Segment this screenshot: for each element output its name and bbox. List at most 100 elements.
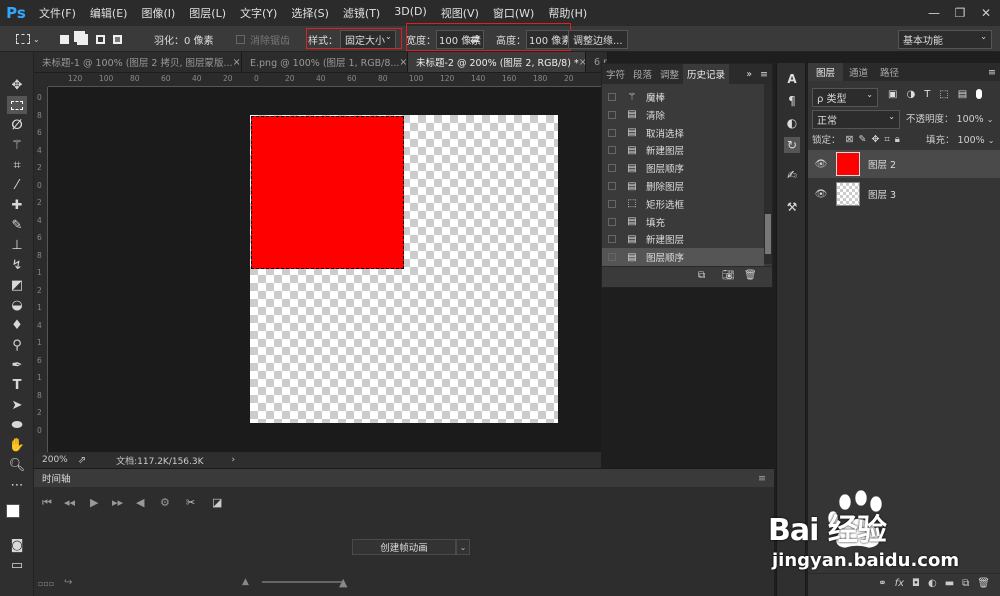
- zoom-in-mountain-icon[interactable]: ▲: [339, 576, 347, 589]
- history-brush-source-checkbox[interactable]: [608, 182, 616, 190]
- menu-item-3[interactable]: 图层(L): [182, 5, 233, 21]
- more-tools-icon[interactable]: ⋯: [7, 476, 27, 494]
- convert-icon[interactable]: ↪: [64, 577, 72, 588]
- antialias-checkbox[interactable]: [236, 34, 245, 44]
- type-filter-icon[interactable]: T: [924, 89, 930, 100]
- workspace-select[interactable]: 基本功能 ⌄: [898, 29, 992, 49]
- move-tool-icon[interactable]: ✥: [7, 76, 27, 94]
- lock-position-icon[interactable]: ✥: [871, 134, 879, 145]
- filter-toggle-icon[interactable]: [976, 89, 983, 99]
- subtract-selection-icon[interactable]: [96, 34, 105, 44]
- audio-icon[interactable]: ◀: [136, 496, 144, 509]
- pen-tool-icon[interactable]: ✒: [7, 356, 27, 374]
- history-brush-source-checkbox[interactable]: [608, 253, 616, 262]
- new-selection-icon[interactable]: [60, 34, 69, 44]
- close-icon[interactable]: ×: [399, 57, 407, 68]
- feather-field[interactable]: 0 像素: [184, 32, 214, 47]
- history-item[interactable]: ▤ 图层顺序: [602, 159, 764, 177]
- next-frame-icon[interactable]: ▸▸: [112, 496, 123, 509]
- pixel-filter-icon[interactable]: ▣: [888, 89, 897, 100]
- visibility-eye-icon[interactable]: 👁︎: [812, 159, 830, 170]
- history-brush-tool-icon[interactable]: ↯: [7, 256, 27, 274]
- new-layer-icon[interactable]: ⧉: [962, 578, 969, 589]
- healing-brush-tool-icon[interactable]: ✚: [7, 196, 27, 214]
- history-item[interactable]: ▤ 图层顺序: [602, 248, 764, 267]
- tab-history[interactable]: 历史记录: [683, 64, 730, 84]
- history-item[interactable]: ⬚ 矩形选框: [602, 195, 764, 213]
- trash-icon[interactable]: 🗑︎: [744, 270, 757, 281]
- tab-layers[interactable]: 图层: [808, 63, 844, 81]
- ellipse-tool-icon[interactable]: ⬬: [7, 416, 27, 434]
- lasso-tool-icon[interactable]: ⵁ: [7, 116, 27, 134]
- lock-image-icon[interactable]: ✎: [858, 134, 866, 145]
- paint-bucket-tool-icon[interactable]: ◒: [7, 296, 27, 314]
- visibility-eye-icon[interactable]: 👁︎: [812, 189, 830, 200]
- scissors-icon[interactable]: ✂: [186, 496, 195, 509]
- tab-adjustments[interactable]: 调整: [656, 64, 683, 84]
- history-item[interactable]: ⚚ 魔棒: [602, 88, 764, 106]
- opacity-field[interactable]: 100%: [957, 114, 984, 125]
- close-icon[interactable]: ×: [233, 57, 241, 68]
- tab-paths[interactable]: 路径: [874, 63, 905, 81]
- history-item[interactable]: ▤ 填充: [602, 213, 764, 231]
- path-select-tool-icon[interactable]: ➤: [7, 396, 27, 414]
- crop-tool-icon[interactable]: ⌗: [7, 156, 27, 174]
- smart-object-filter-icon[interactable]: ▤: [958, 89, 967, 100]
- menu-item-6[interactable]: 滤镜(T): [336, 5, 387, 21]
- hand-tool-icon[interactable]: ✋: [7, 436, 27, 454]
- intersect-selection-icon[interactable]: [113, 34, 122, 44]
- timeline-frames-icon[interactable]: ▫▫▫: [38, 579, 54, 588]
- settings-gear-icon[interactable]: ⚙: [160, 496, 170, 509]
- add-selection-icon[interactable]: [77, 33, 88, 45]
- restore-button[interactable]: ❐: [946, 0, 974, 26]
- panel-menu-icon[interactable]: ≡: [984, 63, 1000, 81]
- shape-filter-icon[interactable]: ⬚: [939, 89, 948, 100]
- screen-mode-icon[interactable]: ▭: [7, 556, 27, 574]
- eraser-tool-icon[interactable]: ◩: [7, 276, 27, 294]
- dodge-tool-icon[interactable]: ⚲: [7, 336, 27, 354]
- quick-mask-icon[interactable]: ◙: [7, 536, 27, 554]
- menu-item-2[interactable]: 图像(I): [134, 5, 182, 21]
- tab-channels[interactable]: 通道: [843, 63, 874, 81]
- tool-preset-panel-icon[interactable]: ⚒: [784, 199, 800, 215]
- zoom-slider[interactable]: [262, 581, 342, 583]
- character-panel-icon[interactable]: A: [784, 71, 800, 87]
- history-brush-source-checkbox[interactable]: [608, 217, 616, 226]
- history-panel-icon[interactable]: ↻: [784, 137, 800, 153]
- play-icon[interactable]: ▶: [90, 496, 98, 509]
- history-brush-source-checkbox[interactable]: [608, 128, 616, 137]
- prev-frame-icon[interactable]: ◂◂: [64, 496, 75, 509]
- history-brush-source-checkbox[interactable]: [608, 146, 616, 155]
- timeline-title[interactable]: 时间轴: [42, 471, 71, 485]
- minimize-button[interactable]: —: [920, 0, 948, 26]
- snapshot-camera-icon[interactable]: 📷︎: [722, 270, 735, 281]
- create-animation-dropdown[interactable]: ⌄: [456, 539, 470, 555]
- type-tool-icon[interactable]: T: [7, 376, 27, 394]
- layer-row-3[interactable]: 👁︎ 图层 3: [808, 180, 1000, 208]
- zoom-level[interactable]: 200%: [42, 455, 68, 465]
- close-icon[interactable]: ×: [579, 57, 585, 68]
- layer-row-2[interactable]: 👁︎ 图层 2: [808, 150, 1000, 178]
- quick-select-tool-icon[interactable]: ⚚: [7, 136, 27, 154]
- zoom-tool-icon[interactable]: 🔍︎: [7, 456, 27, 474]
- brush-tool-icon[interactable]: ✎: [7, 216, 27, 234]
- lock-all-icon[interactable]: 🔒︎: [895, 134, 900, 145]
- history-brush-source-checkbox[interactable]: [608, 110, 616, 119]
- trash-icon[interactable]: 🗑︎: [977, 578, 990, 589]
- eyedropper-tool-icon[interactable]: ⁄: [7, 176, 27, 194]
- blend-mode-select[interactable]: 正常 ⌄: [812, 110, 900, 129]
- history-item[interactable]: ▤ 删除图层: [602, 177, 764, 195]
- create-frame-animation-button[interactable]: 创建帧动画: [352, 539, 456, 555]
- transition-icon[interactable]: ◪: [212, 496, 222, 509]
- tab-untitled-1[interactable]: 未标题-1 @ 100% (图层 2 拷贝, 图层蒙版... ×: [34, 52, 242, 72]
- marquee-tool-preset[interactable]: ⌄: [16, 26, 40, 52]
- first-frame-icon[interactable]: ⏮: [42, 496, 52, 510]
- history-item[interactable]: ▤ 清除: [602, 106, 764, 124]
- refine-edge-button[interactable]: 调整边缘...: [568, 29, 628, 49]
- paragraph-panel-icon[interactable]: ¶: [784, 93, 800, 109]
- brush-preset-panel-icon[interactable]: ✍: [784, 167, 800, 183]
- history-item[interactable]: ▤ 新建图层: [602, 230, 764, 248]
- foreground-color-swatch[interactable]: [6, 504, 20, 518]
- history-item[interactable]: ▤ 取消选择: [602, 124, 764, 142]
- lock-artboard-icon[interactable]: ⌗: [884, 134, 889, 145]
